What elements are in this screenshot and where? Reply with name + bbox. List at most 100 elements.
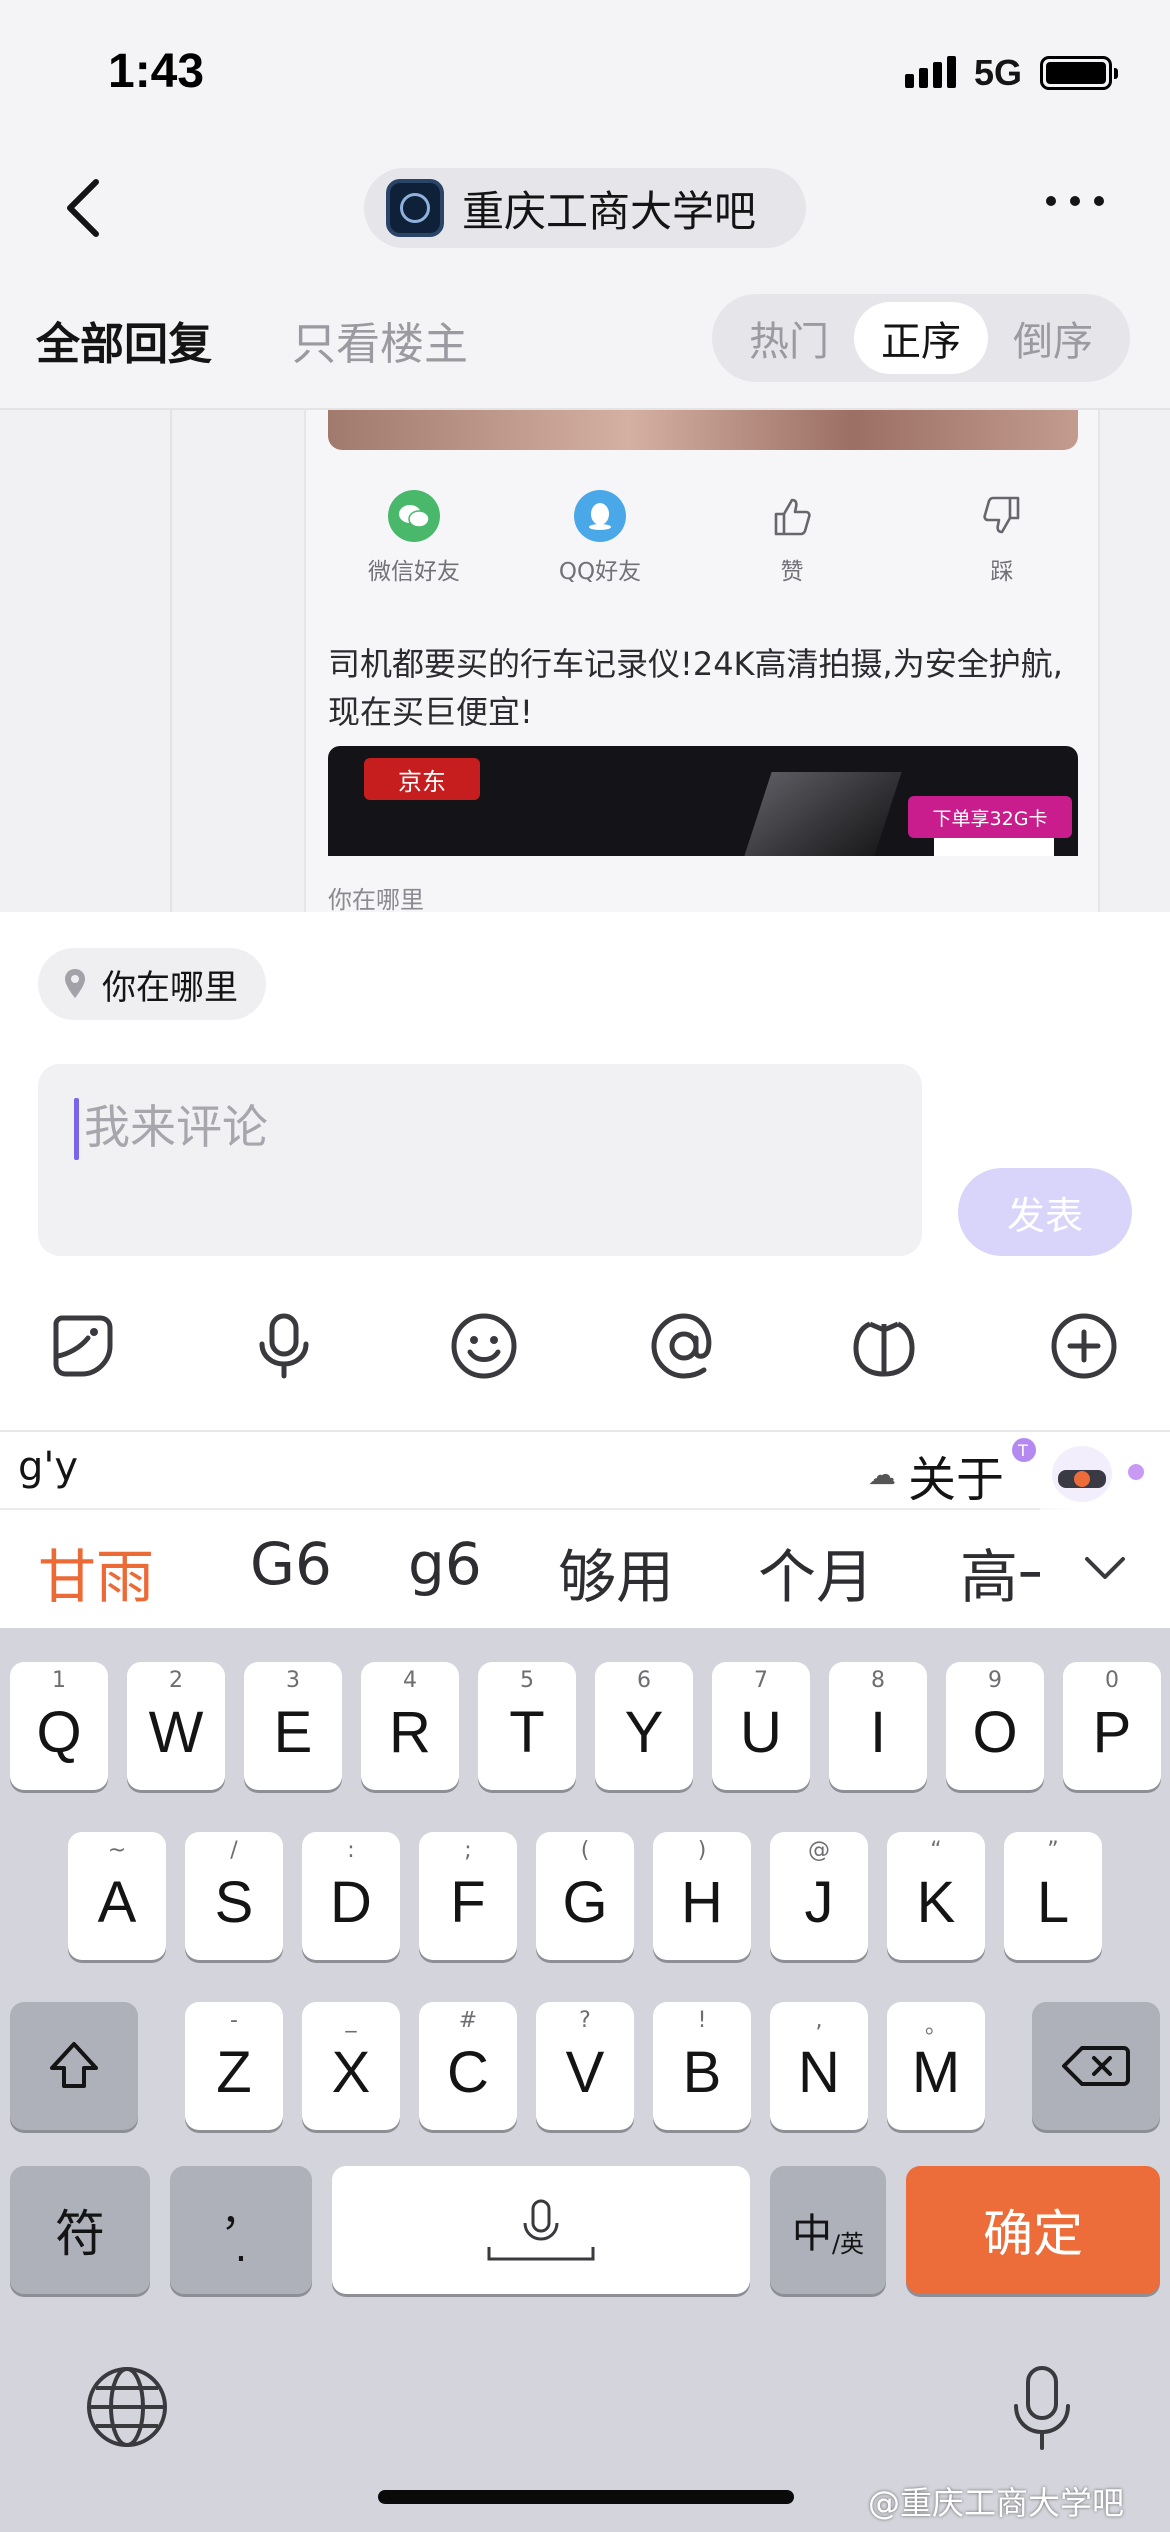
key-b[interactable]: ! B	[653, 2002, 751, 2130]
key-label: B	[682, 2039, 722, 2105]
gift-icon[interactable]	[848, 1310, 920, 1382]
key-hint: ;	[464, 1838, 472, 1863]
expand-candidates-button[interactable]	[1040, 1508, 1170, 1628]
key-o[interactable]: 9O	[946, 1662, 1044, 1790]
key-h[interactable]: ) H	[653, 1832, 751, 1960]
comment-input[interactable]	[84, 1092, 884, 1162]
key-g[interactable]: (G	[536, 1832, 634, 1960]
key-p[interactable]: 0P	[1063, 1662, 1161, 1790]
key-l[interactable]: ” L	[1004, 1832, 1102, 1960]
key-label: M	[911, 2039, 961, 2105]
sort-segmented-control: 热门 正序 倒序	[712, 294, 1130, 382]
share-wechat-button[interactable]: 微信好友	[344, 490, 484, 586]
key-label: S	[214, 1869, 254, 1935]
candidate-item[interactable]: 甘雨	[38, 1530, 154, 1614]
key-hint: 5	[520, 1668, 534, 1693]
key-m[interactable]: 。 M	[887, 2002, 985, 2130]
language-switch-key[interactable]: 中/英	[770, 2166, 886, 2294]
key-label: G	[562, 1869, 608, 1935]
key-s[interactable]: / S	[185, 1832, 283, 1960]
ime-mascot-icon[interactable]: T	[1004, 1434, 1154, 1506]
wechat-icon	[388, 490, 440, 542]
space-key[interactable]	[332, 2166, 750, 2294]
key-x[interactable]: _ X	[302, 2002, 400, 2130]
sort-ascending[interactable]: 正序	[854, 302, 988, 374]
key-u[interactable]: 7U	[712, 1662, 810, 1790]
home-indicator[interactable]	[378, 2490, 794, 2504]
key-f[interactable]: ; F	[419, 1832, 517, 1960]
key-v[interactable]: ? V	[536, 2002, 634, 2130]
key-c[interactable]: # C	[419, 2002, 517, 2130]
symbols-key[interactable]: 符	[10, 2166, 150, 2294]
memory-card-image	[934, 838, 1054, 856]
more-button[interactable]	[1046, 196, 1104, 206]
key-j[interactable]: @ J	[770, 1832, 868, 1960]
microphone-icon[interactable]	[248, 1310, 320, 1382]
more-dot-icon	[1046, 196, 1056, 206]
back-button[interactable]	[56, 168, 116, 248]
sort-descending[interactable]: 倒序	[986, 302, 1120, 374]
key-label: Z	[216, 2039, 252, 2105]
add-icon[interactable]	[1048, 1310, 1120, 1382]
ad-banner[interactable]: 京东 下单享32G卡	[328, 746, 1078, 856]
ime-cloud-suggestion[interactable]: 关于	[908, 1440, 1004, 1510]
comment-box[interactable]	[38, 1064, 922, 1256]
forum-name: 重庆工商大学吧	[462, 186, 757, 236]
candidate-item[interactable]: 高一	[960, 1530, 1040, 1614]
dictation-microphone-icon[interactable]	[1006, 2364, 1078, 2454]
key-a[interactable]: ~ A	[68, 1832, 166, 1960]
key-n[interactable]: ,N	[770, 2002, 868, 2130]
like-button[interactable]: 赞	[722, 490, 862, 586]
sort-hot[interactable]: 热门	[722, 302, 856, 374]
key-hint: 。	[924, 2014, 947, 2039]
emoji-icon[interactable]	[448, 1310, 520, 1382]
tab-owner-only[interactable]: 只看楼主	[292, 308, 468, 372]
space-voice-icon	[487, 2199, 595, 2261]
ad-text[interactable]: 司机都要买的行车记录仪!24K高清拍摄,为安全护航,现在买巨便宜!	[328, 640, 1088, 736]
key-hint: “	[930, 1838, 942, 1863]
mention-icon[interactable]	[648, 1310, 720, 1382]
tab-all-replies[interactable]: 全部回复	[36, 308, 212, 372]
chevron-down-icon	[1085, 1557, 1125, 1579]
key-label: Q	[36, 1699, 82, 1765]
candidate-item[interactable]: G6	[250, 1530, 332, 1598]
key-i[interactable]: 8I	[829, 1662, 927, 1790]
sticker-icon[interactable]	[48, 1310, 120, 1382]
key-d[interactable]: :D	[302, 1832, 400, 1960]
confirm-key[interactable]: 确定	[906, 2166, 1160, 2294]
backspace-icon	[1062, 2046, 1130, 2086]
key-q[interactable]: 1Q	[10, 1662, 108, 1790]
candidate-item[interactable]: 够用	[558, 1530, 674, 1614]
globe-icon[interactable]	[84, 2364, 170, 2450]
key-t[interactable]: 5T	[478, 1662, 576, 1790]
key-r[interactable]: 4R	[361, 1662, 459, 1790]
delete-key[interactable]	[1032, 2002, 1160, 2130]
key-label: T	[509, 1699, 545, 1765]
key-k[interactable]: “K	[887, 1832, 985, 1960]
candidate-item[interactable]: g6	[408, 1530, 482, 1598]
key-z[interactable]: -Z	[185, 2002, 283, 2130]
forum-title-chip[interactable]: 重庆工商大学吧	[364, 168, 806, 248]
key-label: P	[1092, 1699, 1132, 1765]
punctuation-key[interactable]: ， .	[170, 2166, 312, 2294]
share-qq-button[interactable]: QQ好友	[530, 490, 670, 586]
key-label: L	[1036, 1869, 1070, 1935]
candidate-item[interactable]: 个月	[758, 1530, 874, 1614]
key-hint: 8	[871, 1668, 885, 1693]
shift-icon	[50, 2042, 98, 2088]
key-label: R	[389, 1699, 431, 1765]
lang-sub: /英	[831, 2229, 865, 2258]
key-hint: ~	[107, 1838, 127, 1863]
publish-button[interactable]: 发表	[958, 1168, 1132, 1256]
shift-key[interactable]	[10, 2002, 138, 2130]
key-e[interactable]: 3E	[244, 1662, 342, 1790]
key-hint: 7	[754, 1668, 768, 1693]
cellular-signal-icon	[905, 56, 956, 88]
post-image[interactable]	[328, 410, 1078, 450]
key-label: K	[916, 1869, 956, 1935]
qq-icon	[574, 490, 626, 542]
key-w[interactable]: 2W	[127, 1662, 225, 1790]
key-y[interactable]: 6Y	[595, 1662, 693, 1790]
dislike-button[interactable]: 踩	[932, 490, 1072, 586]
location-chip[interactable]: 你在哪里	[38, 948, 266, 1020]
